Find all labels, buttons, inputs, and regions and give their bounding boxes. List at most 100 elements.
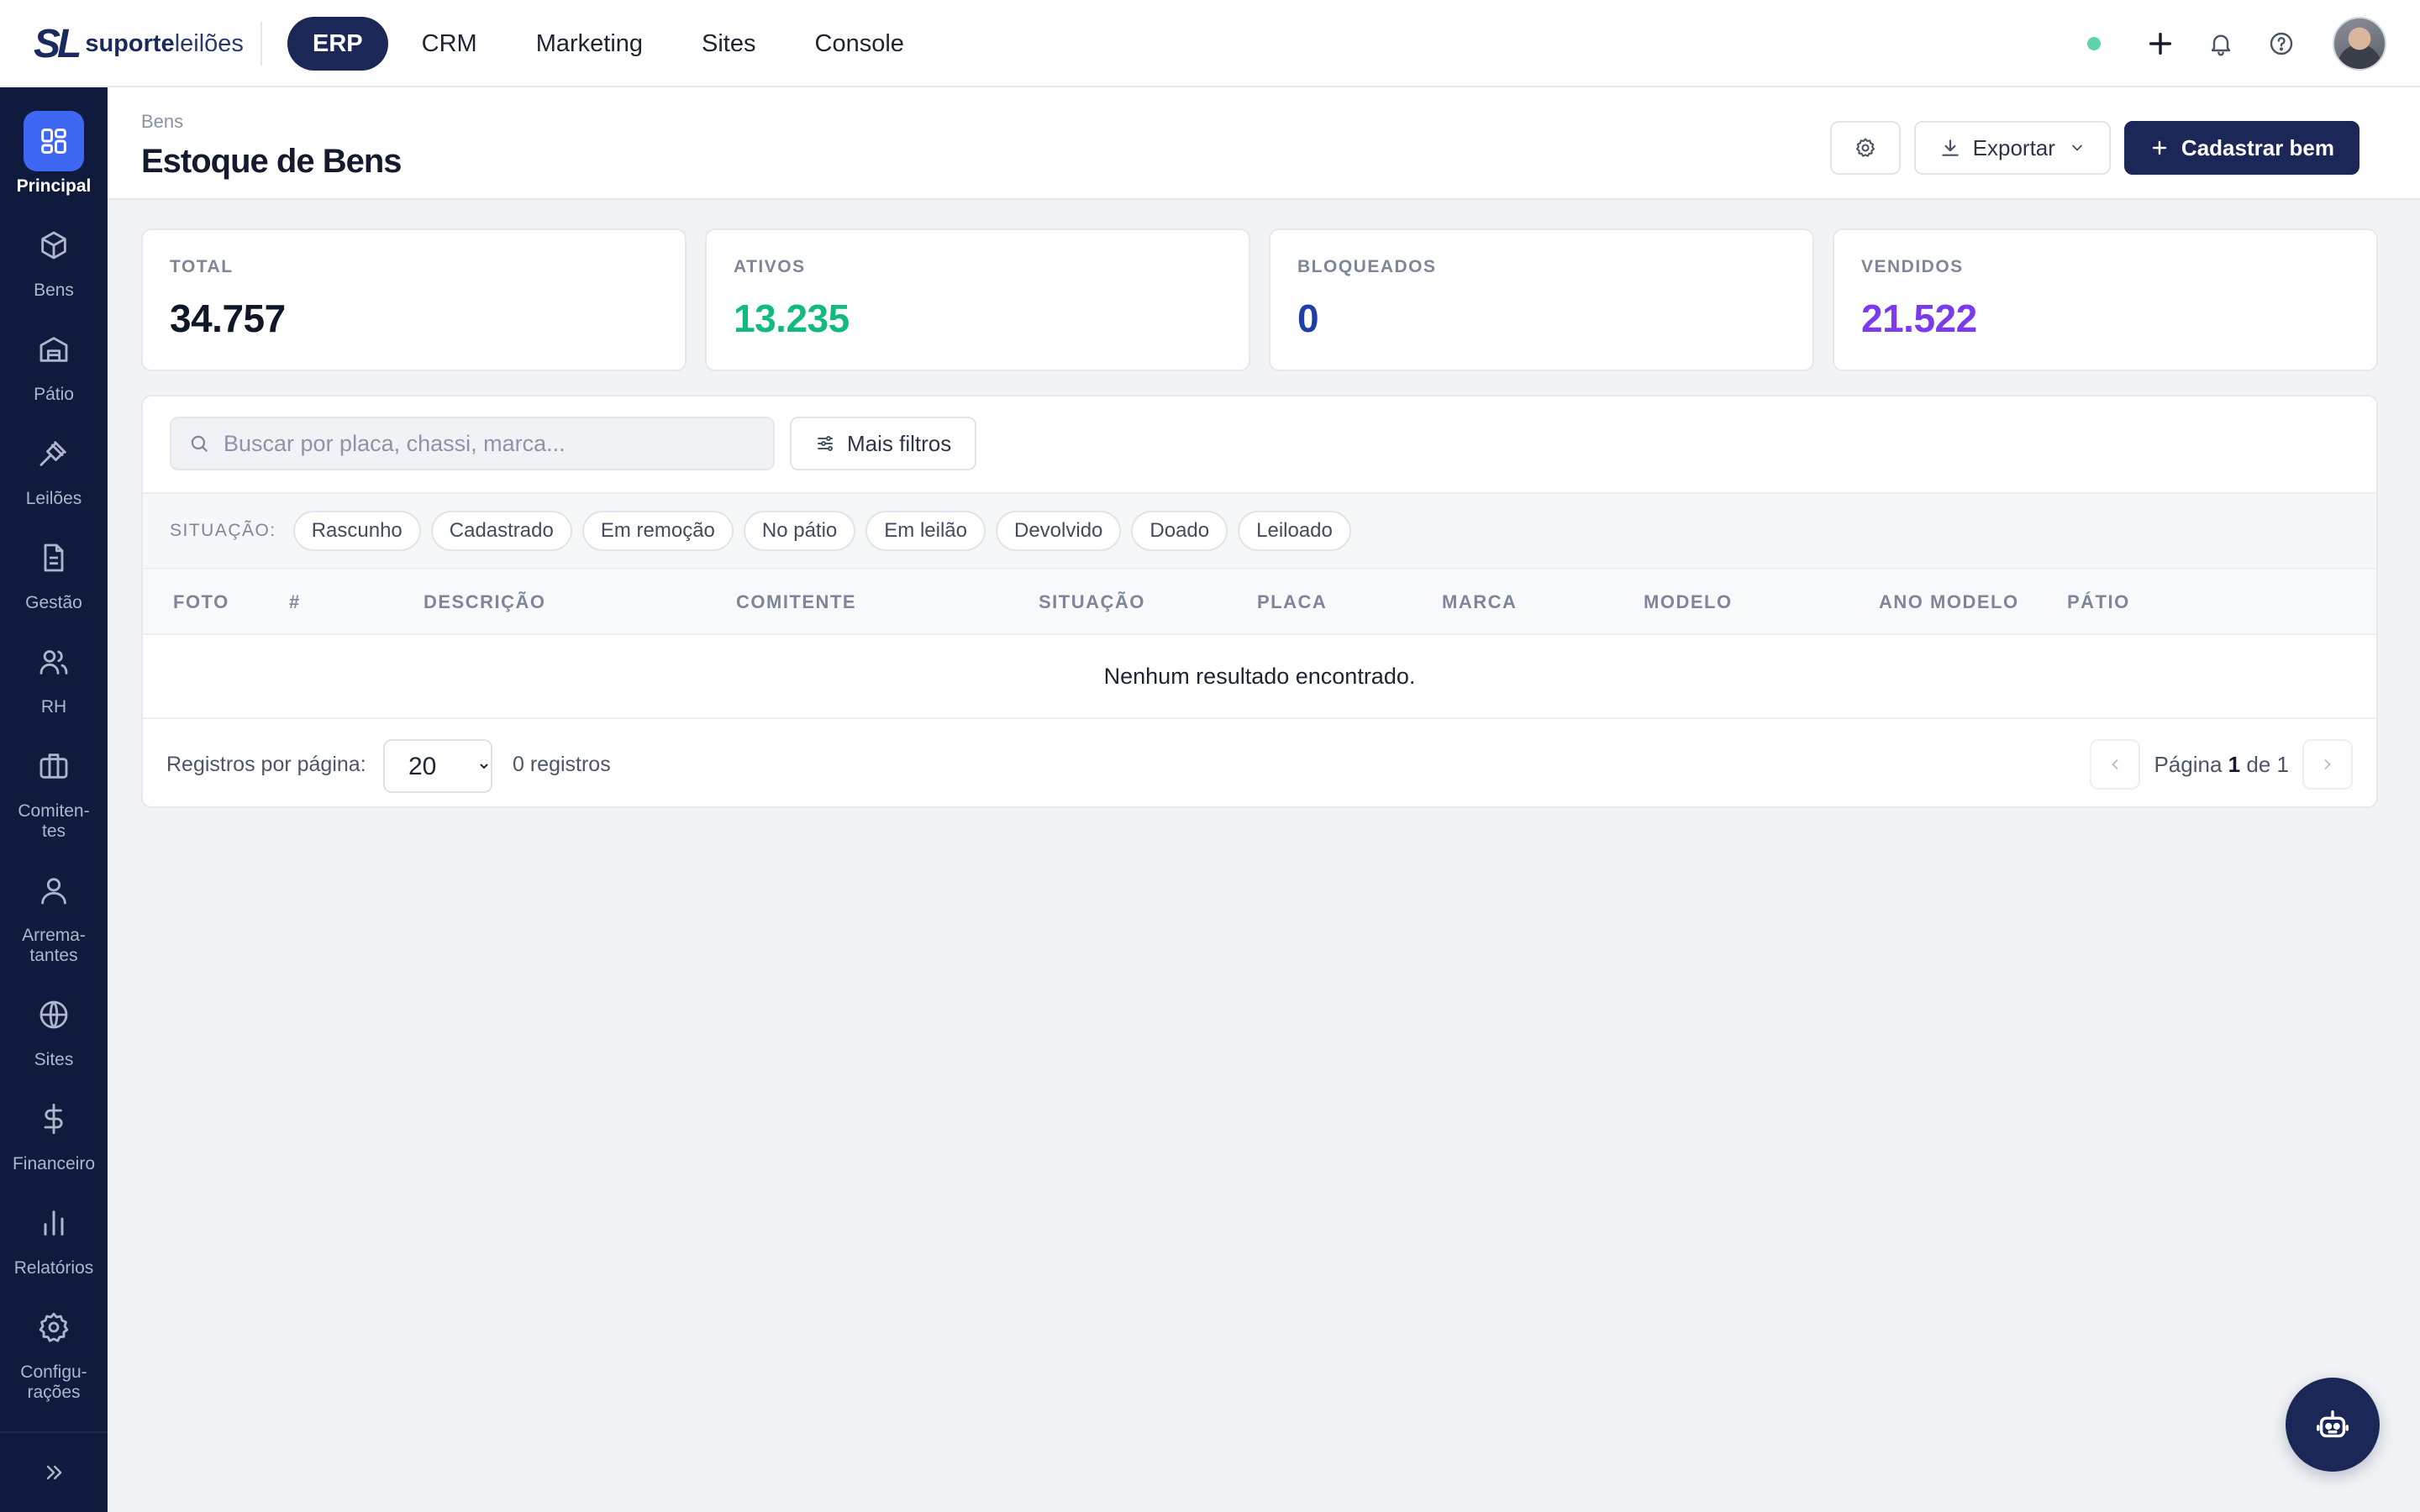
situation-chip-em-remocao[interactable]: Em remoção	[581, 511, 734, 551]
situation-chip-doado[interactable]: Doado	[1131, 511, 1228, 551]
situation-filter-row: SITUAÇÃO: Rascunho Cadastrado Em remoção…	[143, 494, 2376, 570]
column-header-situacao[interactable]: SITUAÇÃO	[1039, 591, 1145, 613]
stat-label: ATIVOS	[734, 257, 806, 276]
create-asset-button[interactable]: Cadastrar bem	[2123, 121, 2360, 175]
create-asset-label: Cadastrar bem	[2181, 134, 2334, 160]
divider	[260, 22, 262, 66]
plus-icon[interactable]	[2139, 23, 2181, 65]
plus-icon	[2152, 140, 2167, 155]
tab-marketing[interactable]: Marketing	[511, 17, 668, 71]
stat-card-bloqueados: BLOQUEADOS 0	[1269, 228, 1814, 371]
sidebar-item-patio[interactable]: Pátio	[0, 319, 108, 405]
building-icon	[24, 319, 84, 380]
next-page-button[interactable]	[2302, 739, 2353, 790]
top-right-actions	[2087, 17, 2386, 71]
situation-chip-no-patio[interactable]: No pátio	[743, 511, 856, 551]
module-tabs: ERP CRM Marketing Sites Console	[287, 17, 929, 71]
brand-logo[interactable]: SL suporteleilões	[34, 22, 244, 66]
assistant-bot-button[interactable]	[2286, 1378, 2380, 1472]
empty-state-message: Nenhum resultado encontrado.	[143, 635, 2376, 719]
sidebar-item-configuracoes[interactable]: Configu- rações	[0, 1297, 108, 1403]
stat-value: 0	[1297, 297, 1319, 340]
previous-page-button[interactable]	[2090, 739, 2141, 790]
situation-chip-rascunho[interactable]: Rascunho	[292, 511, 421, 551]
table-header: FOTO # DESCRIÇÃO COMITENTE SITUAÇÃO PLAC…	[143, 570, 2376, 635]
situation-chip-cadastrado[interactable]: Cadastrado	[430, 511, 572, 551]
stat-label: VENDIDOS	[1861, 257, 1964, 276]
stat-card-total: TOTAL 34.757	[141, 228, 687, 371]
per-page-select[interactable]: 20	[383, 739, 492, 793]
stat-value: 13.235	[734, 297, 850, 340]
sidebar-collapse-button[interactable]	[0, 1431, 108, 1512]
column-header-comitente[interactable]: COMITENTE	[736, 591, 856, 613]
sidebar-item-label: Configu- rações	[20, 1362, 87, 1402]
sliders-icon	[818, 436, 833, 451]
sidebar-item-label: RH	[40, 697, 67, 717]
sidebar-item-financeiro[interactable]: Financeiro	[0, 1089, 108, 1174]
search-input[interactable]	[224, 430, 761, 457]
stat-value: 34.757	[170, 297, 286, 340]
tab-erp[interactable]: ERP	[287, 17, 388, 71]
table-settings-button[interactable]	[1829, 121, 1901, 175]
stat-label: BLOQUEADOS	[1297, 257, 1437, 276]
pagination-footer: Registros por página: 20 0 registros Pág…	[143, 719, 2376, 806]
stats-row: TOTAL 34.757 ATIVOS 13.235 BLOQUEADOS 0 …	[141, 228, 2378, 371]
tab-sites[interactable]: Sites	[676, 17, 781, 71]
document-icon	[24, 528, 84, 588]
bell-icon[interactable]	[2200, 23, 2242, 65]
sidebar-item-rh[interactable]: RH	[0, 632, 108, 717]
situation-chip-devolvido[interactable]: Devolvido	[996, 511, 1122, 551]
gavel-icon	[24, 423, 84, 484]
sidebar: Principal Bens Pátio Leilões Gestão RH C…	[0, 87, 108, 1512]
export-label: Exportar	[1972, 134, 2055, 160]
users-icon	[24, 632, 84, 692]
sidebar-item-arrematantes[interactable]: Arrema- tantes	[0, 860, 108, 966]
records-count: 0 registros	[513, 753, 611, 776]
briefcase-icon	[24, 736, 84, 796]
column-header-patio[interactable]: PÁTIO	[2067, 591, 2130, 613]
sidebar-item-leiloes[interactable]: Leilões	[0, 423, 108, 509]
sidebar-item-relatorios[interactable]: Relatórios	[0, 1193, 108, 1278]
column-header-placa[interactable]: PLACA	[1257, 591, 1327, 613]
column-header-id[interactable]: #	[289, 591, 301, 613]
user-avatar[interactable]	[2333, 17, 2386, 71]
situation-chip-em-leilao[interactable]: Em leilão	[865, 511, 986, 551]
column-header-foto[interactable]: FOTO	[173, 591, 229, 613]
sidebar-item-bens[interactable]: Bens	[0, 215, 108, 301]
top-bar: SL suporteleilões ERP CRM Marketing Site…	[0, 0, 2420, 87]
sidebar-item-label: Financeiro	[12, 1154, 96, 1173]
page-header: Bens Estoque de Bens Exportar Cadastrar …	[108, 87, 2420, 200]
sidebar-item-label: Bens	[34, 281, 74, 300]
tab-console[interactable]: Console	[790, 17, 929, 71]
chevron-down-icon	[2072, 144, 2082, 151]
column-header-ano-modelo[interactable]: ANO MODELO	[1879, 591, 2019, 613]
sidebar-item-principal[interactable]: Principal	[0, 111, 108, 197]
logo-text: suporteleilões	[85, 29, 244, 57]
page-title: Estoque de Bens	[141, 143, 402, 180]
column-header-descricao[interactable]: DESCRIÇÃO	[424, 591, 546, 613]
gear-icon	[1855, 138, 1875, 157]
per-page-label: Registros por página:	[166, 753, 366, 776]
chevron-right-icon	[2324, 759, 2331, 769]
globe-icon	[24, 984, 84, 1045]
chevron-left-icon	[2112, 759, 2118, 769]
sidebar-item-gestao[interactable]: Gestão	[0, 528, 108, 613]
page-indicator: Página 1 de 1	[2154, 751, 2289, 777]
more-filters-button[interactable]: Mais filtros	[790, 417, 977, 470]
sidebar-item-comitentes[interactable]: Comiten- tes	[0, 736, 108, 842]
stat-card-vendidos: VENDIDOS 21.522	[1833, 228, 2378, 371]
help-icon[interactable]	[2260, 23, 2302, 65]
search-box[interactable]	[170, 417, 775, 470]
stat-card-ativos: ATIVOS 13.235	[705, 228, 1250, 371]
tab-crm[interactable]: CRM	[397, 17, 502, 71]
sidebar-item-label: Principal	[16, 176, 92, 196]
sidebar-item-label: Leilões	[25, 489, 82, 508]
situation-chip-leiloado[interactable]: Leiloado	[1238, 511, 1351, 551]
sidebar-item-sites[interactable]: Sites	[0, 984, 108, 1070]
export-button[interactable]: Exportar	[1913, 121, 2111, 175]
breadcrumb[interactable]: Bens	[141, 111, 183, 133]
column-header-marca[interactable]: MARCA	[1442, 591, 1517, 613]
column-header-modelo[interactable]: MODELO	[1644, 591, 1733, 613]
settings-icon	[24, 1297, 84, 1357]
search-row: Mais filtros	[143, 396, 2376, 494]
